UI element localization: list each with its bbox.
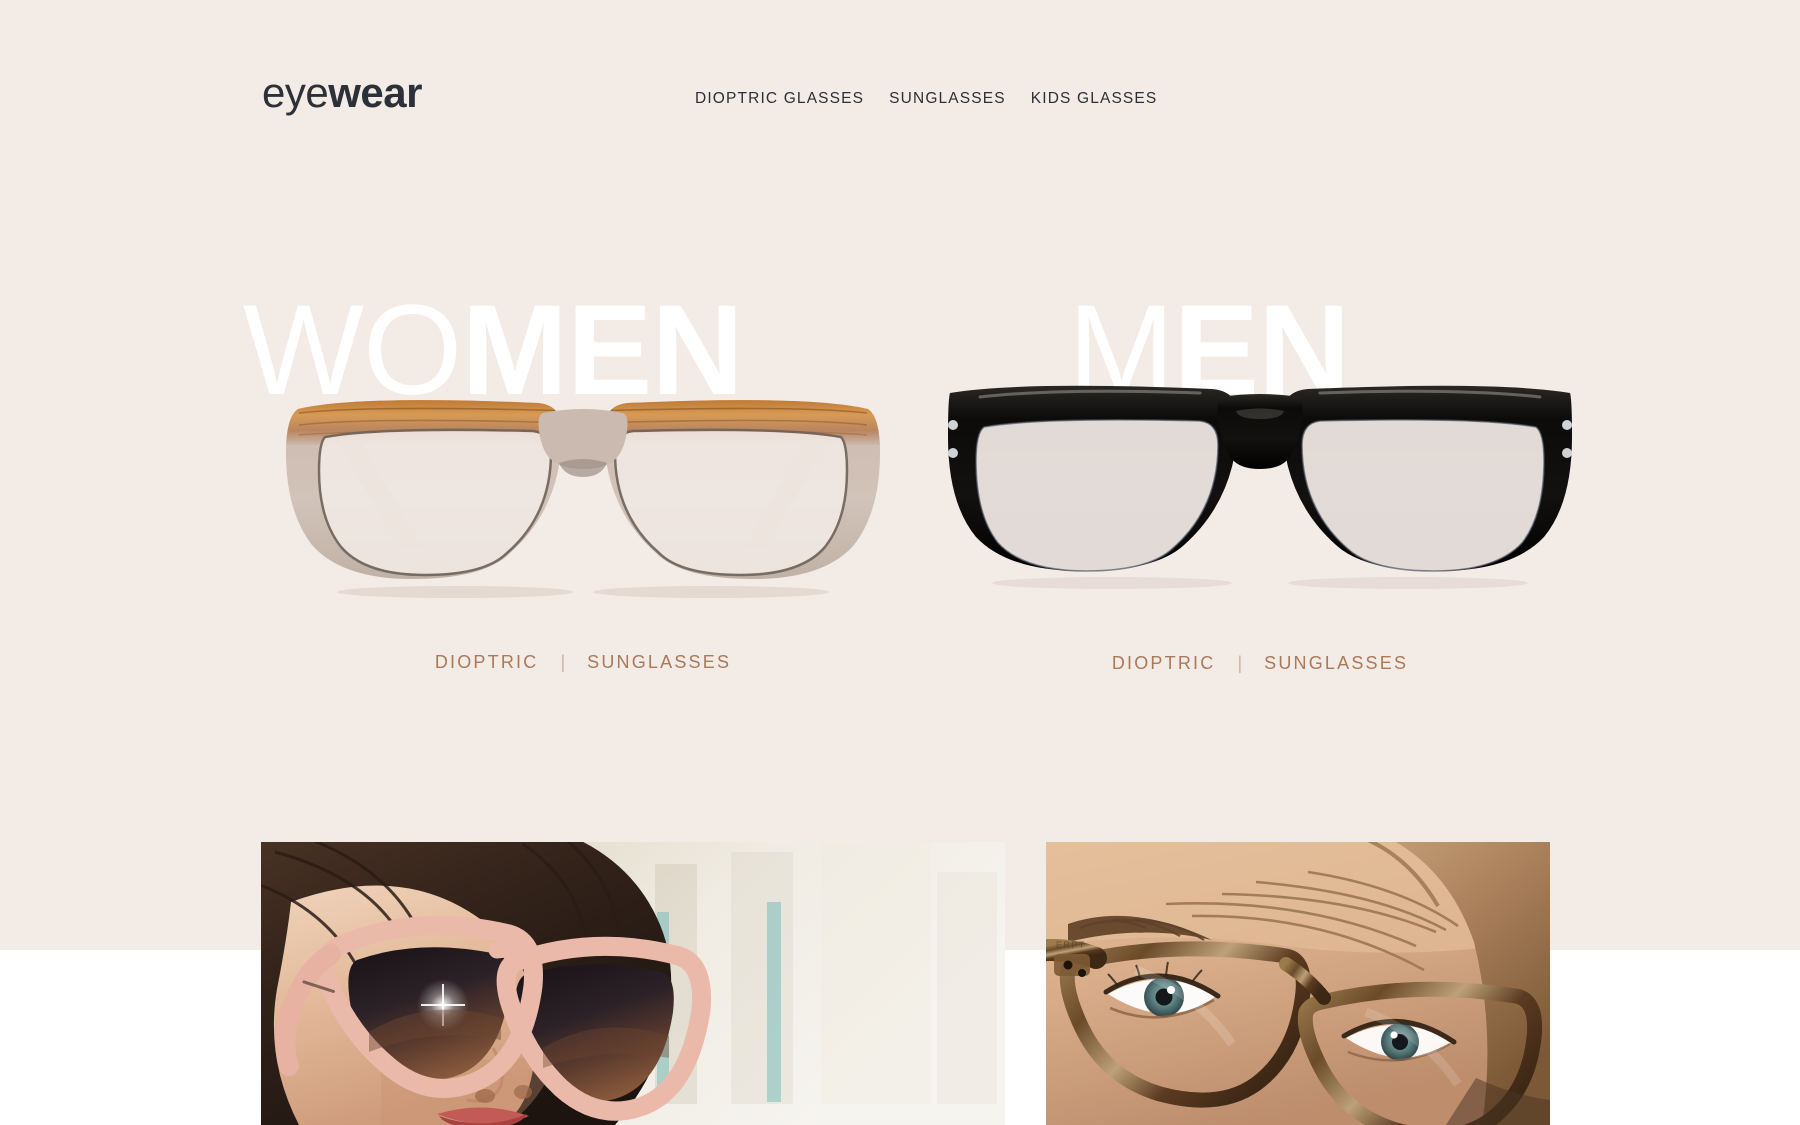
mens-eyeglasses-illustration [948, 385, 1572, 589]
special-offers-section: ERPT SPECIALOFFERS [0, 842, 1800, 1125]
svg-text:ERPT: ERPT [1056, 940, 1086, 950]
page-root: eyewear DIOPTRIC GLASSES SUNGLASSES KIDS… [0, 0, 1800, 1125]
offer-card-sunglasses[interactable] [261, 842, 1005, 1125]
offer-card-dioptric[interactable]: ERPT [1046, 842, 1550, 1125]
hero-category-women: WOMEN DIOPTRIC | SUNGLASSES [243, 172, 923, 842]
womens-eyeglasses-illustration [286, 400, 880, 598]
site-header: eyewear DIOPTRIC GLASSES SUNGLASSES KIDS… [0, 0, 1800, 172]
logo-bold-text: wear [328, 69, 422, 116]
hero-link-men-sunglasses[interactable]: SUNGLASSES [1242, 653, 1430, 674]
logo-light-text: eye [262, 69, 329, 116]
sunglasses-model-photo [261, 842, 1005, 1125]
hero-link-men-dioptric[interactable]: DIOPTRIC [1090, 653, 1238, 674]
hero-product-women[interactable] [243, 367, 923, 612]
hero-links-men: DIOPTRIC | SUNGLASSES [920, 653, 1600, 674]
nav-item-dioptric-glasses[interactable]: DIOPTRIC GLASSES [695, 90, 864, 108]
nav-item-kids-glasses[interactable]: KIDS GLASSES [1031, 90, 1158, 108]
site-logo[interactable]: eyewear [262, 72, 422, 114]
hero-category-men: MEN DIOPTRIC | SUNGLASSES [920, 172, 1600, 842]
dioptric-model-photo: ERPT [1046, 842, 1550, 1125]
hero-links-women: DIOPTRIC | SUNGLASSES [243, 652, 923, 673]
primary-navigation: DIOPTRIC GLASSES SUNGLASSES KIDS GLASSES [695, 90, 1157, 108]
hero-product-men[interactable] [920, 367, 1600, 612]
nav-item-sunglasses[interactable]: SUNGLASSES [889, 90, 1006, 108]
hero-section: WOMEN DIOPTRIC | SUNGLASSES MEN DIOPTRIC… [0, 172, 1800, 842]
hero-link-women-dioptric[interactable]: DIOPTRIC [413, 652, 561, 673]
hero-link-women-sunglasses[interactable]: SUNGLASSES [565, 652, 753, 673]
